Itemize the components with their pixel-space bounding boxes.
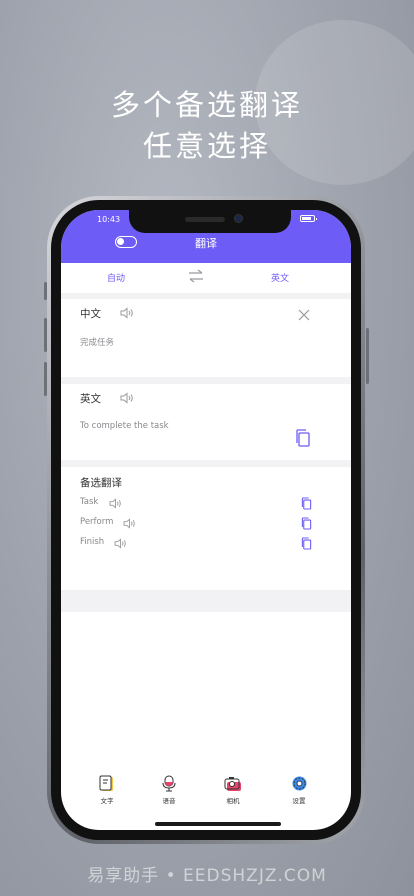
swap-languages-icon[interactable]	[188, 269, 204, 283]
app-screen: 10:43 翻译 自动 英文 中文 完成任务 英文 To complete th…	[61, 210, 351, 830]
language-bar: 自动 英文	[61, 263, 351, 293]
copy-translation-icon[interactable]	[295, 429, 311, 447]
tab-camera[interactable]: 相机	[213, 775, 253, 805]
gear-icon	[292, 776, 306, 791]
alternative-copy-icon[interactable]	[301, 517, 312, 530]
tab-settings[interactable]: 设置	[279, 775, 319, 805]
power-button	[366, 328, 369, 384]
alternative-text: Perform	[80, 517, 114, 527]
alternatives-label: 备选翻译	[80, 477, 122, 489]
alternative-speaker-icon[interactable]	[109, 498, 122, 509]
tab-label: 文字	[100, 797, 114, 805]
tab-voice[interactable]: 语音	[149, 775, 189, 805]
alternative-item[interactable]: Finish	[80, 537, 104, 547]
text-doc-icon	[99, 775, 113, 791]
alternative-copy-icon[interactable]	[301, 537, 312, 550]
speaker	[185, 217, 225, 222]
alternative-speaker-icon[interactable]	[114, 538, 127, 549]
alternative-item[interactable]: Task	[80, 497, 98, 507]
alternative-copy-icon[interactable]	[301, 497, 312, 510]
alternative-text: Task	[80, 497, 99, 507]
section-spacer	[61, 590, 351, 612]
headline-line-2: 任意选择	[142, 129, 271, 163]
alternative-speaker-icon[interactable]	[123, 518, 136, 529]
camera-icon	[224, 777, 241, 791]
divider	[61, 293, 351, 299]
alternative-item[interactable]: Perform	[80, 517, 113, 527]
target-language-label: 英文	[80, 393, 101, 405]
divider	[61, 377, 351, 384]
microphone-icon	[162, 775, 176, 792]
tab-bar: 文字 语音 相机 设置	[61, 775, 351, 815]
target-language-selector[interactable]: 英文	[271, 271, 289, 284]
status-time: 10:43	[97, 215, 121, 224]
translated-text[interactable]: To complete the task	[80, 421, 169, 431]
watermark: 易享助手 • EEDSHZJZ.COM	[87, 866, 327, 886]
source-language-label: 中文	[80, 308, 101, 320]
source-text[interactable]: 完成任务	[80, 336, 114, 348]
headline-line-1: 多个备选翻译	[110, 88, 303, 122]
phone-frame: 10:43 翻译 自动 英文 中文 完成任务 英文 To complete th…	[47, 196, 365, 844]
source-speaker-icon[interactable]	[120, 307, 134, 319]
battery-icon	[300, 215, 317, 222]
tab-text[interactable]: 文字	[87, 775, 127, 805]
target-speaker-icon[interactable]	[120, 392, 134, 404]
clear-input-icon[interactable]	[298, 309, 310, 321]
alternative-text: Finish	[80, 537, 105, 547]
tab-label: 设置	[292, 797, 306, 805]
tab-label: 相机	[226, 797, 240, 805]
front-camera	[234, 214, 243, 223]
tab-label: 语音	[162, 797, 176, 805]
divider	[61, 460, 351, 467]
home-indicator[interactable]	[155, 822, 281, 826]
source-language-selector[interactable]: 自动	[107, 271, 125, 284]
page-title: 翻译	[195, 237, 217, 250]
notch	[129, 210, 291, 233]
